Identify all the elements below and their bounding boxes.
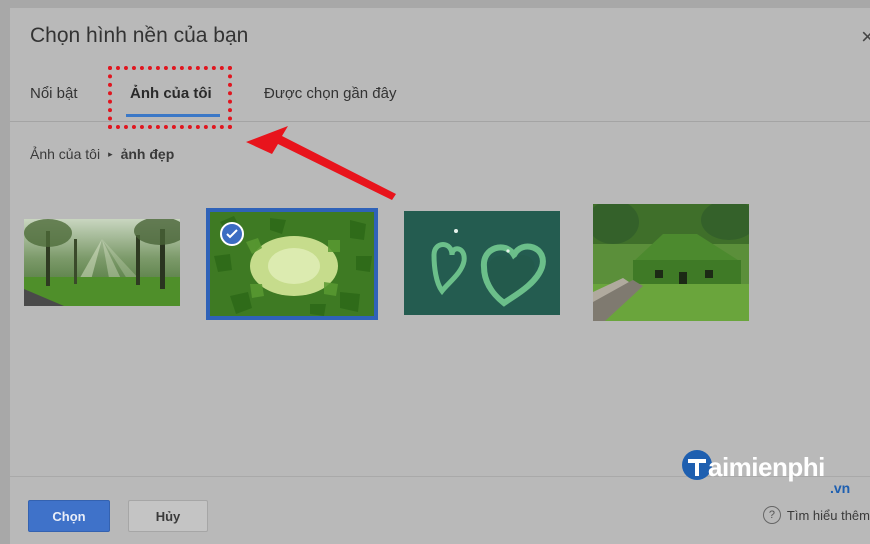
breadcrumb-root[interactable]: Ảnh của tôi xyxy=(30,146,100,162)
breadcrumb-separator-icon: ▸ xyxy=(108,149,113,159)
taimienphi-logo-suffix: .vn xyxy=(830,480,851,496)
ivy-cottage-image xyxy=(593,204,749,321)
thumbnail-forest-sunbeams[interactable] xyxy=(24,219,180,306)
tab-recently-selected[interactable]: Được chọn gần đây xyxy=(264,85,396,102)
wallpaper-dialog: Chọn hình nền của bạn × Nổi bật Ảnh của … xyxy=(10,8,870,544)
dialog-title: Chọn hình nền của bạn xyxy=(30,24,249,47)
thumbnail-ivy-cottage[interactable] xyxy=(593,204,749,321)
forest-sunbeams-image xyxy=(24,219,180,306)
learn-more-label: Tìm hiểu thêm xyxy=(786,507,870,523)
close-icon[interactable]: × xyxy=(861,24,870,50)
taimienphi-logo-text: aimienphi xyxy=(708,452,825,482)
annotation-arrow-icon xyxy=(246,126,396,200)
thumbnail-heart-islands[interactable] xyxy=(404,211,560,315)
cancel-button[interactable]: Hủy xyxy=(128,500,208,532)
breadcrumb-current: ảnh đẹp xyxy=(120,146,175,162)
tab-featured[interactable]: Nổi bật xyxy=(30,85,78,102)
checkmark-icon xyxy=(220,222,244,246)
learn-more-link[interactable]: ? Tìm hiểu thêm xyxy=(762,506,870,524)
tabs-divider xyxy=(10,121,870,122)
heart-islands-image xyxy=(404,211,560,315)
select-button[interactable]: Chọn xyxy=(28,500,110,532)
annotation-highlight-box xyxy=(108,66,232,129)
breadcrumb: Ảnh của tôi ▸ ảnh đẹp xyxy=(30,146,174,162)
help-circle-icon: ? xyxy=(762,506,781,524)
tab-bar: Nổi bật Ảnh của tôi Được chọn gần đây xyxy=(10,66,870,129)
